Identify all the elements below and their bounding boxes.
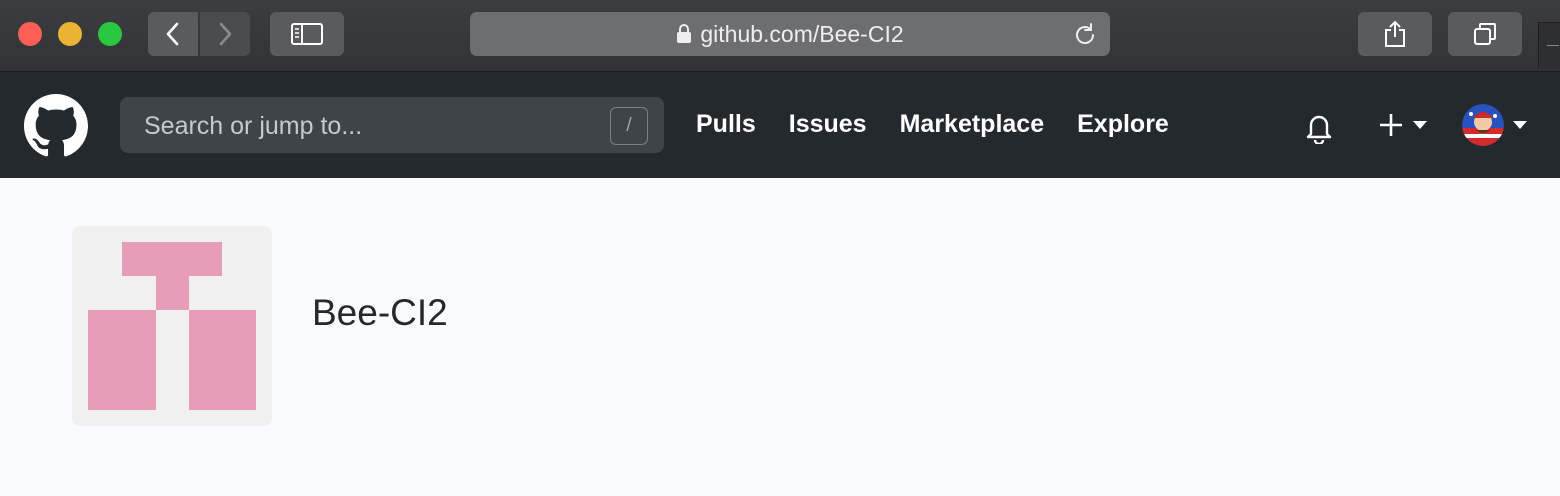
create-new-dropdown[interactable]: [1376, 110, 1428, 140]
search-input[interactable]: Search or jump to... /: [120, 97, 664, 153]
org-name: Bee-CI2: [312, 292, 448, 333]
main-nav: Pulls Issues Marketplace Explore: [696, 110, 1169, 139]
caret-down-icon: [1413, 121, 1427, 129]
share-button[interactable]: [1358, 12, 1432, 56]
tabs-icon: [1474, 23, 1496, 45]
share-icon: [1385, 20, 1405, 47]
zoom-window-button[interactable]: [98, 22, 122, 46]
github-logo-icon[interactable]: [24, 94, 88, 158]
browser-toolbar: github.com/Bee-CI2: [0, 0, 1560, 72]
close-window-button[interactable]: [18, 22, 42, 46]
caret-down-icon: [1513, 121, 1527, 129]
sidebar-button[interactable]: [270, 12, 344, 56]
bell-icon[interactable]: [1302, 110, 1336, 144]
org-identicon: [72, 226, 272, 426]
url-text: github.com/Bee-CI2: [700, 20, 904, 47]
window-edge: [1538, 22, 1560, 68]
nav-pulls[interactable]: Pulls: [696, 110, 756, 139]
search-shortcut-badge: /: [610, 107, 648, 145]
show-tabs-button[interactable]: [1448, 12, 1522, 56]
back-button[interactable]: [148, 12, 198, 56]
forward-button[interactable]: [200, 12, 250, 56]
search-placeholder: Search or jump to...: [144, 112, 363, 140]
github-header: Search or jump to... / Pulls Issues Mark…: [0, 72, 1560, 178]
avatar: [1462, 104, 1504, 146]
back-icon: [166, 22, 179, 46]
minimize-window-button[interactable]: [58, 22, 82, 46]
nav-explore[interactable]: Explore: [1077, 110, 1169, 139]
plus-icon: [1380, 114, 1402, 136]
user-menu-dropdown[interactable]: [1462, 104, 1528, 146]
nav-issues[interactable]: Issues: [789, 110, 867, 139]
nav-marketplace[interactable]: Marketplace: [900, 110, 1045, 139]
reload-icon[interactable]: [1072, 22, 1098, 48]
lock-icon: [677, 24, 692, 43]
address-bar[interactable]: github.com/Bee-CI2: [470, 12, 1110, 56]
sidebar-icon: [291, 23, 323, 45]
forward-icon: [219, 22, 232, 46]
